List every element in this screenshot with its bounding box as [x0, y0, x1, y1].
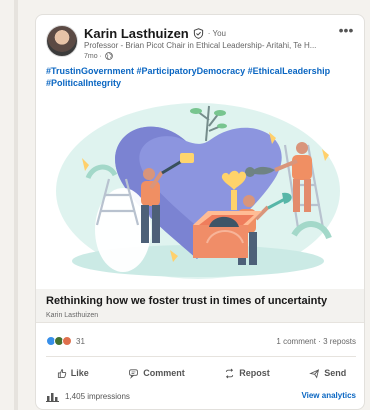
author-headline: Professor - Brian Picot Chair in Ethical… — [84, 41, 317, 50]
comment-repost-count[interactable]: 1 comment · 3 reposts — [276, 337, 356, 346]
repost-button[interactable]: Repost — [218, 365, 276, 382]
reaction-icons[interactable] — [46, 336, 72, 346]
post-timestamp: 7mo · — [84, 52, 102, 60]
post-meta: 7mo · — [84, 52, 113, 60]
send-button[interactable]: Send — [303, 365, 352, 382]
repost-label: Repost — [239, 368, 270, 378]
more-options-icon[interactable]: ••• — [336, 23, 356, 39]
impressions-count: 1,405 impressions — [65, 392, 130, 401]
author-line: Karin Lasthuizen · You — [84, 25, 226, 41]
like-label: Like — [70, 368, 89, 378]
globe-icon — [105, 52, 113, 60]
post-actions: Like Comment Repost Send — [36, 362, 364, 384]
comment-button[interactable]: Comment — [122, 365, 191, 382]
analytics-row: 1,405 impressions View analytics — [46, 391, 356, 405]
like-button[interactable]: Like — [50, 365, 95, 382]
send-label: Send — [324, 368, 347, 378]
send-icon — [309, 368, 320, 379]
hashtag-participatory-democracy[interactable]: #ParticipatoryDemocracy — [137, 66, 246, 76]
verified-shield-icon — [193, 27, 203, 39]
thumbs-up-icon — [57, 368, 66, 378]
love-reaction-icon — [62, 336, 72, 346]
you-tag: · You — [207, 28, 226, 38]
avatar[interactable] — [46, 25, 78, 57]
hashtag-political-integrity[interactable]: #PoliticalIntegrity — [46, 78, 121, 88]
author-name[interactable]: Karin Lasthuizen — [84, 26, 189, 41]
comment-icon — [129, 368, 139, 379]
impressions-block[interactable]: 1,405 impressions — [46, 391, 130, 402]
hashtag-list: #TrustinGovernment #ParticipatoryDemocra… — [46, 65, 356, 89]
page: Karin Lasthuizen · You Professor - Brian… — [0, 0, 370, 410]
article-title[interactable]: Rethinking how we foster trust in times … — [46, 295, 358, 307]
article-title-block[interactable]: Rethinking how we foster trust in times … — [36, 289, 364, 323]
post-card: Karin Lasthuizen · You Professor - Brian… — [35, 14, 365, 410]
article-image[interactable] — [36, 93, 364, 289]
left-divider — [14, 0, 18, 410]
comment-label: Comment — [143, 368, 185, 378]
reaction-count[interactable]: 31 — [76, 337, 85, 346]
hashtag-trust-in-government[interactable]: #TrustinGovernment — [46, 66, 134, 76]
community-heart-illustration — [36, 93, 364, 289]
bar-chart-icon — [46, 393, 59, 402]
social-counts: 31 1 comment · 3 reposts — [46, 336, 356, 350]
repost-icon — [226, 368, 234, 378]
hashtag-ethical-leadership[interactable]: #EthicalLeadership — [248, 66, 331, 76]
view-analytics-link[interactable]: View analytics — [301, 391, 356, 400]
post-header: Karin Lasthuizen · You Professor - Brian… — [46, 23, 356, 63]
article-author: Karin Lasthuizen — [46, 312, 99, 319]
section-divider — [46, 356, 356, 357]
